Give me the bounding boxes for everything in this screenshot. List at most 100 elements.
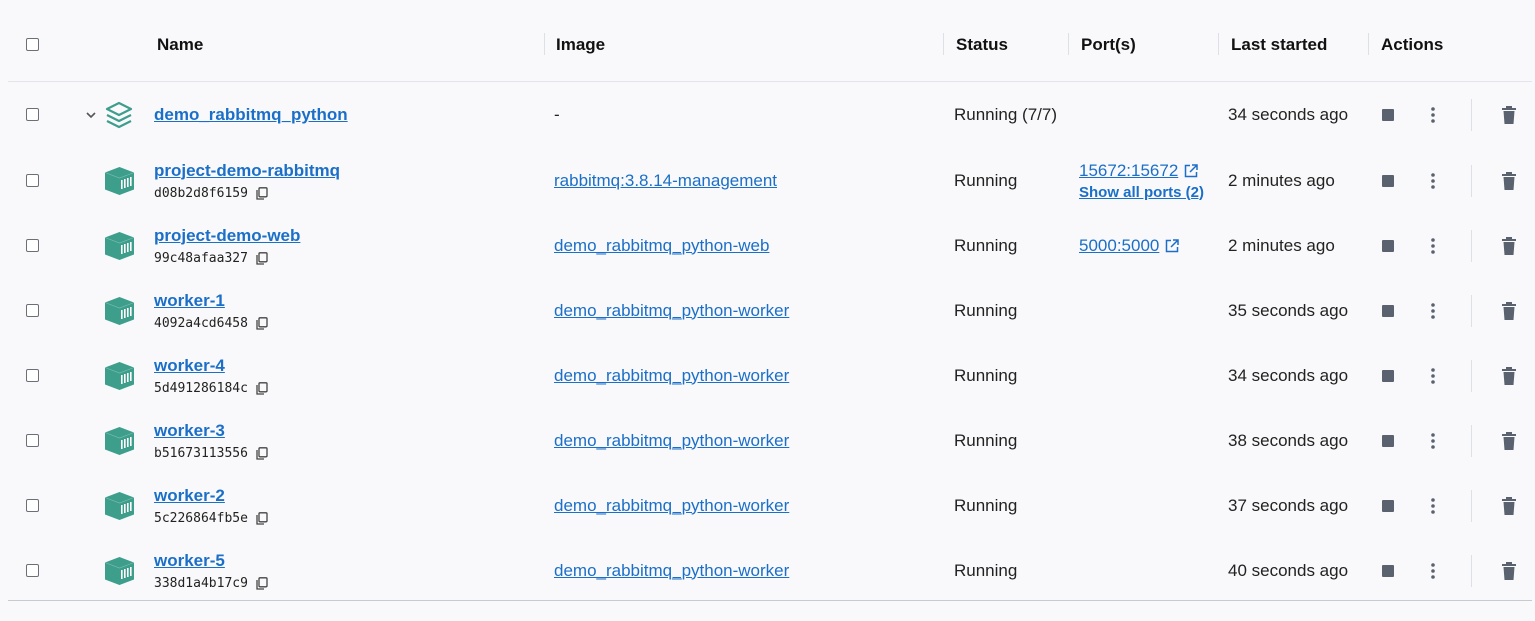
more-vertical-icon[interactable] [1427,432,1439,450]
trash-icon[interactable] [1501,561,1517,580]
container-name-link[interactable]: worker-5 [154,551,268,571]
container-id: d08b2d8f6159 [154,185,248,201]
container-row[interactable]: project-demo-rabbitmq d08b2d8f6159 rabbi… [8,148,1532,213]
container-icon [104,556,135,585]
copy-icon[interactable] [256,316,268,330]
trash-icon[interactable] [1501,236,1517,255]
container-status: Running [954,235,1018,255]
copy-icon[interactable] [256,446,268,460]
column-header-ports[interactable]: Port(s) [1081,35,1136,55]
container-icon [104,231,135,260]
container-row[interactable]: project-demo-web 99c48afaa327 demo_rabbi… [8,213,1532,278]
container-last-started: 37 seconds ago [1228,495,1349,515]
container-row[interactable]: worker-1 4092a4cd6458 demo_rabbitmq_pyth… [8,278,1532,343]
stop-icon[interactable] [1382,434,1394,447]
trash-icon[interactable] [1501,431,1517,450]
external-link-icon [1185,163,1199,177]
trash-icon[interactable] [1501,171,1517,190]
container-row[interactable]: worker-3 b51673113556 demo_rabbitmq_pyth… [8,408,1532,473]
column-divider[interactable] [1218,33,1219,55]
container-icon [104,166,135,195]
column-divider[interactable] [943,33,944,55]
more-vertical-icon[interactable] [1427,237,1439,255]
actions-divider [1471,99,1472,131]
port-mapping: 5000:5000 [1079,235,1160,255]
container-row[interactable]: worker-5 338d1a4b17c9 demo_rabbitmq_pyth… [8,538,1532,603]
container-image-link[interactable]: demo_rabbitmq_python-worker [554,408,789,473]
container-name-link[interactable]: worker-2 [154,486,268,506]
container-image-link[interactable]: demo_rabbitmq_python-worker [554,343,789,408]
show-all-ports-link[interactable]: Show all ports (2) [1079,184,1204,201]
column-header-name[interactable]: Name [157,35,203,55]
stop-icon[interactable] [1382,239,1394,252]
stop-icon[interactable] [1382,304,1394,317]
group-name-link[interactable]: demo_rabbitmq_python [154,105,348,125]
more-vertical-icon[interactable] [1427,562,1439,580]
trash-icon[interactable] [1501,106,1517,124]
container-status: Running [954,365,1018,385]
actions-divider [1471,294,1472,327]
port-link[interactable]: 5000:5000 [1079,235,1180,256]
row-checkbox[interactable] [26,173,39,187]
actions-divider [1471,164,1472,197]
column-header-image[interactable]: Image [556,35,605,55]
stop-icon[interactable] [1382,564,1394,577]
column-header-status[interactable]: Status [956,35,1008,55]
container-ports: 5000:5000 [1079,213,1180,278]
select-all-checkbox[interactable] [26,38,39,51]
containers-table: Name Image Status Port(s) Last started A… [8,0,1532,603]
row-checkbox[interactable] [26,563,39,577]
container-image-link[interactable]: demo_rabbitmq_python-worker [554,473,789,538]
stop-icon[interactable] [1382,109,1394,121]
column-divider[interactable] [544,33,545,55]
column-divider[interactable] [1068,33,1069,55]
column-header-last-started[interactable]: Last started [1231,35,1327,55]
container-ports: 15672:15672 Show all ports (2) [1079,148,1204,213]
container-icon [104,491,135,520]
container-status: Running [954,495,1018,515]
container-row[interactable]: worker-2 5c226864fb5e demo_rabbitmq_pyth… [8,473,1532,538]
row-checkbox[interactable] [26,498,39,512]
more-vertical-icon[interactable] [1427,172,1439,190]
copy-icon[interactable] [256,251,268,265]
stop-icon[interactable] [1382,499,1394,512]
trash-icon[interactable] [1501,496,1517,515]
chevron-down-icon[interactable] [84,108,98,122]
copy-icon[interactable] [256,511,268,525]
column-divider[interactable] [1368,33,1369,55]
copy-icon[interactable] [256,186,268,200]
container-name-link[interactable]: worker-1 [154,291,268,311]
copy-icon[interactable] [256,381,268,395]
row-checkbox[interactable] [26,238,39,252]
stop-icon[interactable] [1382,174,1394,187]
actions-divider [1471,489,1472,522]
stop-icon[interactable] [1382,369,1394,382]
copy-icon[interactable] [256,576,268,590]
more-vertical-icon[interactable] [1427,302,1439,320]
container-last-started: 2 minutes ago [1228,235,1335,255]
row-checkbox[interactable] [26,368,39,382]
container-name-link[interactable]: worker-4 [154,356,268,376]
row-checkbox[interactable] [26,303,39,317]
more-vertical-icon[interactable] [1427,497,1439,515]
container-image-link[interactable]: demo_rabbitmq_python-web [554,213,769,278]
row-checkbox[interactable] [26,108,39,121]
external-link-icon [1166,238,1180,252]
row-checkbox[interactable] [26,433,39,447]
container-id: 5d491286184c [154,380,248,396]
container-id: 99c48afaa327 [154,250,248,266]
container-image-link[interactable]: rabbitmq:3.8.14-management [554,148,777,213]
container-name-link[interactable]: project-demo-web [154,226,300,246]
more-vertical-icon[interactable] [1427,367,1439,385]
trash-icon[interactable] [1501,301,1517,320]
port-mapping: 15672:15672 [1079,160,1179,180]
compose-group-row[interactable]: demo_rabbitmq_python - Running (7/7) 34 … [8,82,1532,148]
port-link[interactable]: 15672:15672 [1079,161,1204,181]
container-name-link[interactable]: project-demo-rabbitmq [154,161,340,181]
trash-icon[interactable] [1501,366,1517,385]
container-row[interactable]: worker-4 5d491286184c demo_rabbitmq_pyth… [8,343,1532,408]
more-vertical-icon[interactable] [1427,106,1439,124]
container-image-link[interactable]: demo_rabbitmq_python-worker [554,278,789,343]
container-image-link[interactable]: demo_rabbitmq_python-worker [554,538,789,603]
container-name-link[interactable]: worker-3 [154,421,268,441]
